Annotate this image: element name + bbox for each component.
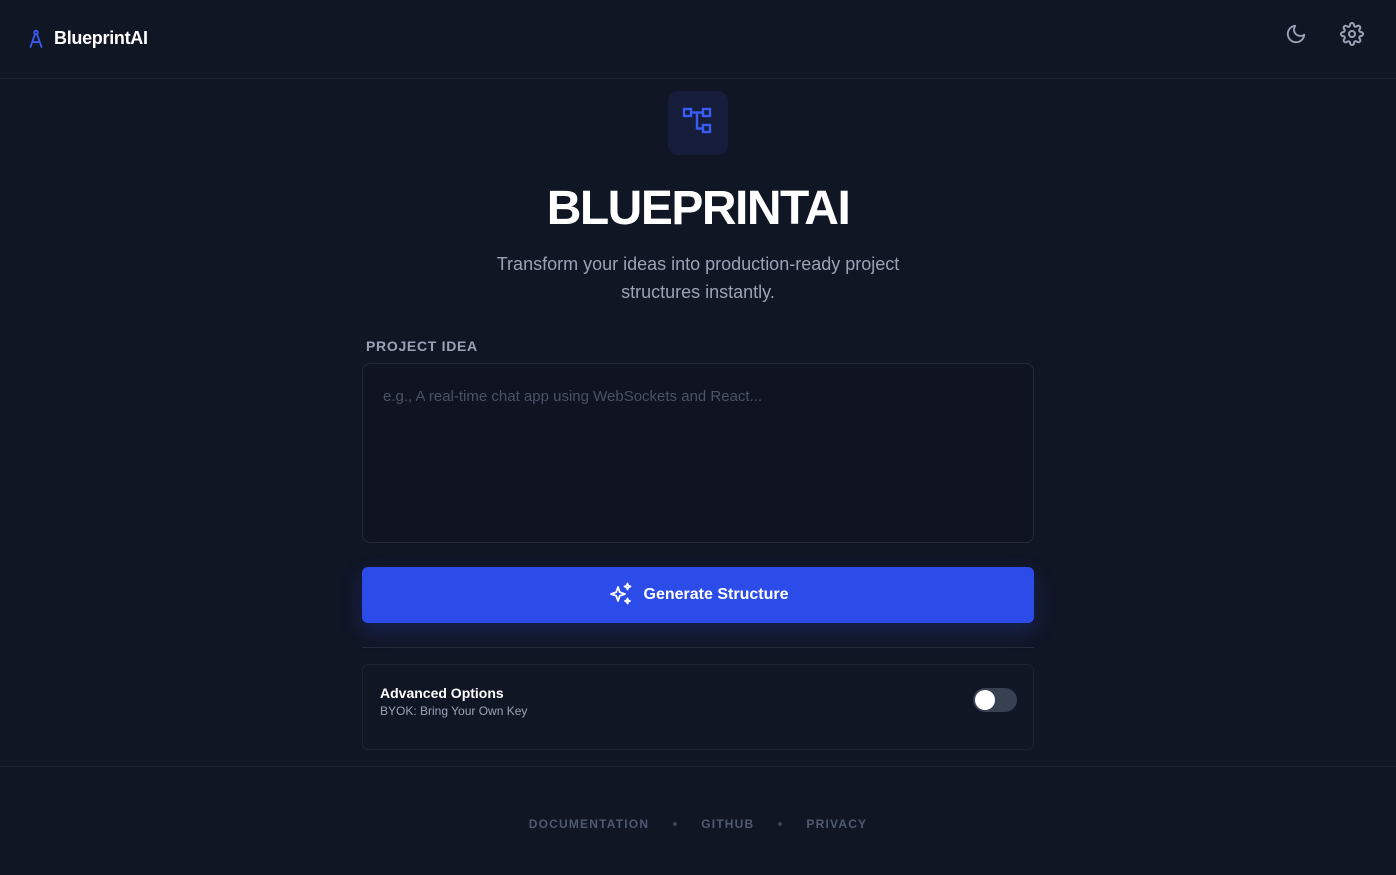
- hierarchy-icon: [682, 106, 714, 141]
- theme-toggle-button[interactable]: [1284, 22, 1308, 50]
- sparkles-icon: [608, 581, 634, 610]
- hero-badge: [668, 91, 728, 155]
- gear-icon: [1340, 21, 1364, 51]
- footer-separator: [673, 822, 678, 826]
- moon-icon: [1285, 23, 1307, 50]
- advanced-options-card: Advanced Options BYOK: Bring Your Own Ke…: [362, 664, 1034, 750]
- footer-separator: [778, 822, 783, 826]
- compass-icon: [28, 29, 44, 49]
- advanced-options-subtitle: BYOK: Bring Your Own Key: [380, 704, 528, 718]
- top-bar: BlueprintAI: [0, 0, 1396, 79]
- advanced-options-title: Advanced Options: [380, 685, 504, 701]
- page-title: BLUEPRINTAI: [546, 182, 851, 235]
- footer: DOCUMENTATION GITHUB PRIVACY: [0, 766, 1396, 875]
- footer-link-privacy[interactable]: PRIVACY: [806, 817, 867, 831]
- generate-structure-button[interactable]: Generate Structure: [362, 567, 1034, 623]
- project-idea-input[interactable]: [362, 363, 1034, 543]
- toggle-knob: [975, 690, 995, 710]
- header-actions: [1284, 21, 1364, 51]
- brand[interactable]: BlueprintAI: [28, 28, 148, 49]
- settings-button[interactable]: [1340, 21, 1364, 51]
- project-idea-label: PROJECT IDEA: [366, 338, 478, 354]
- footer-link-documentation[interactable]: DOCUMENTATION: [529, 817, 649, 831]
- section-divider: [362, 647, 1034, 648]
- page-subtitle: Transform your ideas into production-rea…: [496, 254, 900, 302]
- brand-name: BlueprintAI: [54, 28, 148, 48]
- advanced-options-toggle[interactable]: [973, 688, 1017, 712]
- main-content: BLUEPRINTAI Transform your ideas into pr…: [0, 80, 1396, 766]
- generate-structure-label: Generate Structure: [643, 586, 789, 603]
- footer-link-github[interactable]: GITHUB: [701, 817, 754, 831]
- footer-links: DOCUMENTATION GITHUB PRIVACY: [0, 817, 1396, 831]
